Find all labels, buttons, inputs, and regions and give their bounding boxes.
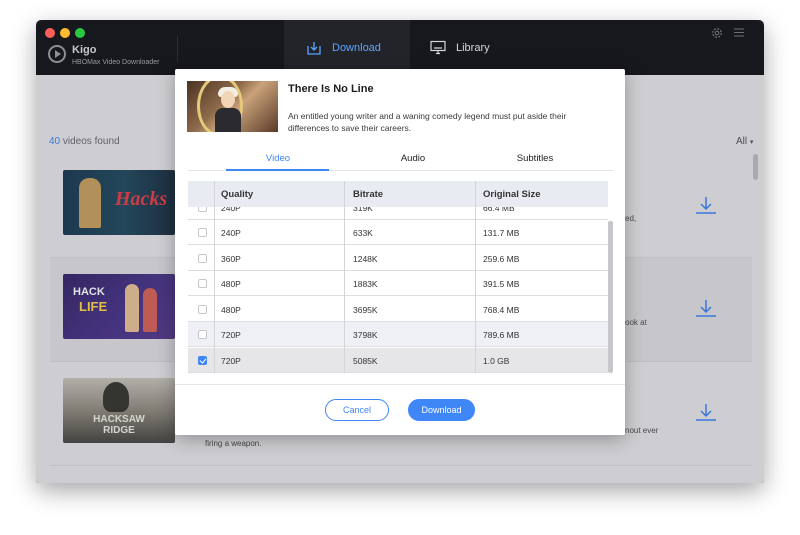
tab-library[interactable]: Library <box>428 20 490 75</box>
column-divider <box>475 181 476 373</box>
app-logo-icon <box>48 45 66 63</box>
row-checkbox[interactable] <box>198 254 207 263</box>
tab-library-label: Library <box>456 41 490 54</box>
episode-poster <box>187 81 278 132</box>
table-row[interactable]: 360P 1248K 259.6 MB <box>188 246 608 271</box>
table-header: Quality Bitrate Original Size <box>188 181 608 207</box>
close-window-button[interactable] <box>45 28 55 38</box>
download-button[interactable]: Download <box>408 399 475 421</box>
row-checkbox[interactable] <box>198 279 207 288</box>
cell-size: 391.5 MB <box>483 279 520 289</box>
cell-size: 789.6 MB <box>483 330 520 340</box>
library-monitor-icon <box>430 40 446 55</box>
quality-table: Quality Bitrate Original Size 240P 319K … <box>188 181 613 373</box>
download-tab-icon <box>307 41 321 55</box>
cell-size: 131.7 MB <box>483 228 520 238</box>
column-header-quality: Quality <box>221 189 254 200</box>
cell-bitrate: 5085K <box>353 356 378 366</box>
cell-size: 1.0 GB <box>483 356 510 366</box>
cell-bitrate: 3798K <box>353 330 378 340</box>
settings-gear-icon[interactable] <box>710 26 724 40</box>
dialog-footer-divider <box>175 384 625 385</box>
cell-size: 259.6 MB <box>483 254 520 264</box>
dialog-tabs: Video Audio Subtitles <box>188 149 613 171</box>
poster-body <box>215 108 241 132</box>
poster-face <box>221 91 235 108</box>
column-divider <box>214 181 215 373</box>
cell-quality: 720P <box>221 356 241 366</box>
app-name: Kigo <box>72 44 97 56</box>
title-divider <box>177 36 178 62</box>
active-tab-indicator <box>226 169 329 171</box>
cell-size: 768.4 MB <box>483 305 520 315</box>
column-header-bitrate: Bitrate <box>353 189 384 200</box>
minimize-window-button[interactable] <box>60 28 70 38</box>
maximize-window-button[interactable] <box>75 28 85 38</box>
cell-quality: 240P <box>221 228 241 238</box>
tab-audio[interactable]: Audio <box>363 153 463 164</box>
episode-title: There Is No Line <box>288 83 374 95</box>
table-row[interactable]: 240P 633K 131.7 MB <box>188 220 608 245</box>
app-subtitle: HBOMax Video Downloader <box>72 59 160 66</box>
column-header-size: Original Size <box>483 189 541 200</box>
download-options-dialog: There Is No Line An entitled young write… <box>175 69 625 435</box>
title-bar: Kigo HBOMax Video Downloader Download Li… <box>36 20 764 75</box>
row-checkbox[interactable] <box>198 305 207 314</box>
cell-quality: 480P <box>221 279 241 289</box>
tab-download-label: Download <box>332 41 381 54</box>
cell-bitrate: 1248K <box>353 254 378 264</box>
row-checkbox[interactable] <box>198 330 207 339</box>
cell-bitrate: 1883K <box>353 279 378 289</box>
row-checkbox[interactable] <box>198 228 207 237</box>
tab-video[interactable]: Video <box>228 153 328 164</box>
cell-bitrate: 633K <box>353 228 373 238</box>
cell-quality: 480P <box>221 305 241 315</box>
cell-quality: 360P <box>221 254 241 264</box>
cancel-button[interactable]: Cancel <box>325 399 389 421</box>
cell-bitrate: 3695K <box>353 305 378 315</box>
episode-description: An entitled young writer and a waning co… <box>288 111 567 133</box>
row-checkbox-checked[interactable] <box>198 356 207 365</box>
table-row[interactable]: 720P 3798K 789.6 MB <box>188 322 608 347</box>
table-row[interactable]: 480P 1883K 391.5 MB <box>188 271 608 296</box>
tab-download[interactable]: Download <box>284 20 410 75</box>
table-row-selected[interactable]: 720P 5085K 1.0 GB <box>188 348 608 373</box>
tab-subtitles[interactable]: Subtitles <box>485 153 585 164</box>
table-scrollbar[interactable] <box>608 221 613 373</box>
menu-icon[interactable] <box>734 28 744 37</box>
cell-quality: 720P <box>221 330 241 340</box>
column-divider <box>344 181 345 373</box>
table-row[interactable]: 480P 3695K 768.4 MB <box>188 297 608 322</box>
